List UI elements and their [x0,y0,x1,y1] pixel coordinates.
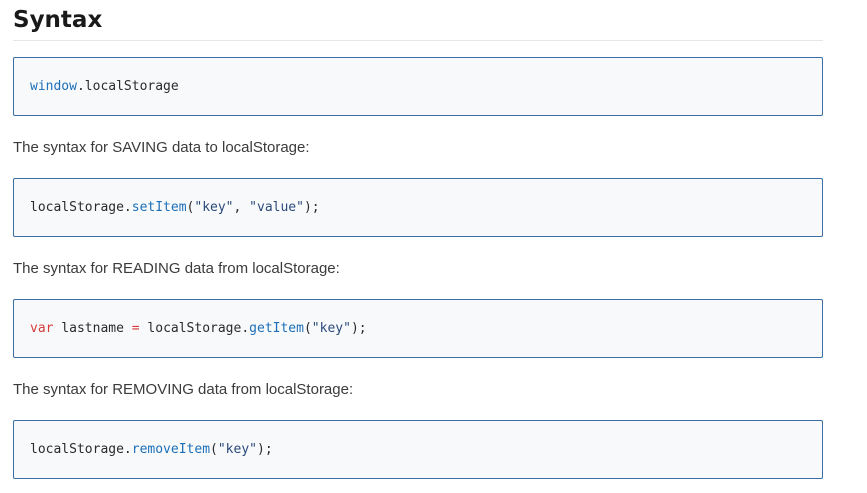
code-token-removeitem: removeItem [131,442,211,457]
code-token-paren-open: ( [303,321,312,336]
code-token-comma: , [233,200,250,215]
code-token-paren-open: ( [210,442,218,457]
code-token-key-string: "key" [217,442,257,457]
code-token-object: localStorage. [30,442,132,457]
description-saving: The syntax for SAVING data to localStora… [13,138,310,156]
section-heading: Syntax [13,0,823,41]
code-token-window: window [30,79,77,94]
code-token-localstorage-prop: .localStorage [76,79,179,94]
code-block-setitem[interactable]: localStorage. setItem("key", "value"); [13,178,823,237]
code-token-getitem: getItem [249,321,304,336]
code-token-value-string: "value" [249,200,304,215]
code-token-paren-close: ); [350,321,367,336]
code-token-key-string: "key" [194,200,234,215]
description-reading: The syntax for READING data from localSt… [13,259,340,277]
code-token-object: localStorage. [139,321,250,336]
code-block-getitem[interactable]: var lastname = localStorage. getItem("key… [13,299,823,358]
code-block-removeitem[interactable]: localStorage. removeItem("key"); [13,420,823,479]
code-token-object: localStorage. [30,200,132,215]
code-block-window-localstorage[interactable]: window .localStorage [13,57,823,116]
code-token-paren-close: ); [303,200,320,215]
code-token-paren-close: ); [257,442,273,457]
code-token-paren-open: ( [186,200,195,215]
syntax-section: Syntax window .localStorage The syntax fo… [13,0,823,479]
code-token-identifier: lastname [53,321,132,336]
code-token-equals: = [131,321,140,336]
description-removing: The syntax for REMOVING data from localS… [13,380,354,398]
code-token-var-keyword: var [30,321,54,336]
code-token-key-string: "key" [311,321,351,336]
code-token-setitem: setItem [131,200,187,215]
